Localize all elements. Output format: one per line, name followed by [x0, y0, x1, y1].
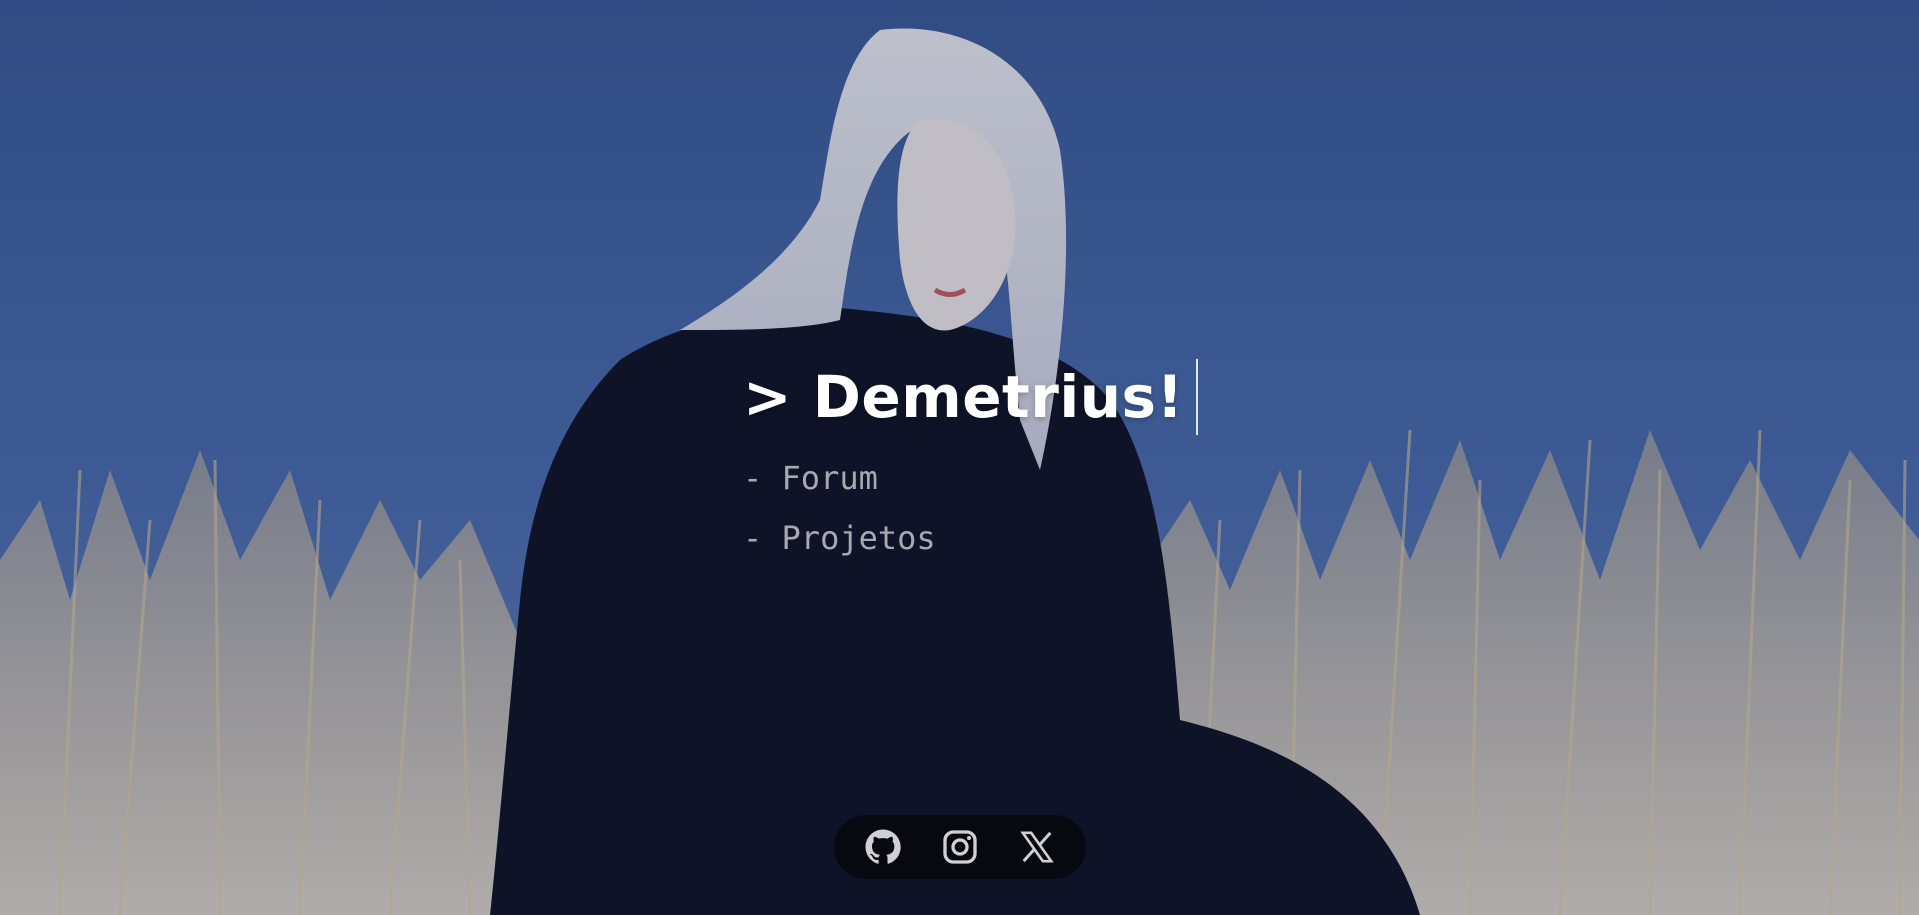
- hero-content: > Demetrius! - Forum - Projetos: [743, 358, 1198, 568]
- title-row: > Demetrius!: [743, 358, 1198, 436]
- social-links-bar: [834, 815, 1086, 879]
- nav-link-forum[interactable]: - Forum: [743, 448, 1198, 508]
- github-icon: [865, 829, 901, 864]
- nav-link-projetos[interactable]: - Projetos: [743, 508, 1198, 568]
- instagram-link[interactable]: [932, 819, 988, 875]
- x-icon: [1020, 831, 1055, 863]
- instagram-icon: [943, 830, 977, 864]
- page-title: > Demetrius!: [743, 363, 1184, 431]
- github-link[interactable]: [855, 819, 911, 875]
- nav-links: - Forum - Projetos: [743, 448, 1198, 568]
- typing-caret: [1195, 359, 1198, 435]
- x-link[interactable]: [1009, 819, 1065, 875]
- page: > Demetrius! - Forum - Projetos: [0, 0, 1919, 915]
